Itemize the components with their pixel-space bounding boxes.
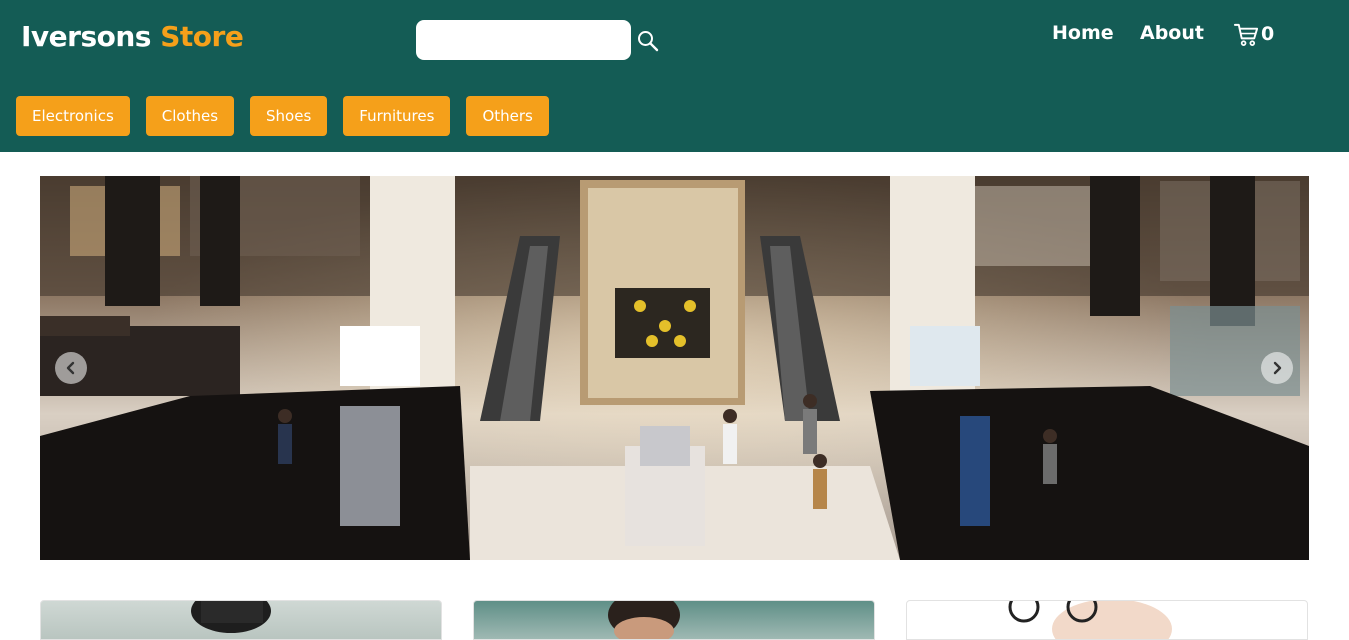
search-input[interactable] <box>416 20 631 60</box>
nav-about-link[interactable]: About <box>1140 22 1204 44</box>
brand-logo[interactable]: Iversons Store <box>21 20 244 53</box>
product-image <box>1008 601 1172 639</box>
category-electronics[interactable]: Electronics <box>16 96 130 136</box>
product-image <box>608 601 680 639</box>
carousel-next-button[interactable] <box>1261 352 1293 384</box>
product-card[interactable] <box>473 600 875 640</box>
product-card[interactable] <box>40 600 442 640</box>
category-furnitures[interactable]: Furnitures <box>343 96 451 136</box>
search-button[interactable] <box>636 29 660 53</box>
brand-name: Iversons <box>21 20 151 53</box>
chevron-right-icon <box>1273 361 1282 375</box>
brand-accent: Store <box>160 20 244 53</box>
header: Iversons Store Home About 0 Electronics … <box>0 0 1349 152</box>
chevron-left-icon <box>66 361 75 375</box>
hero-carousel[interactable] <box>40 176 1309 560</box>
carousel-prev-button[interactable] <box>55 352 87 384</box>
cart-count: 0 <box>1261 23 1275 45</box>
cart-icon <box>1233 23 1259 46</box>
category-bar: Electronics Clothes Shoes Furnitures Oth… <box>16 96 549 136</box>
category-clothes[interactable]: Clothes <box>145 96 235 136</box>
product-image <box>191 601 271 633</box>
search-icon <box>638 31 659 52</box>
cart-button[interactable]: 0 <box>1233 20 1274 48</box>
carousel-image <box>40 176 1309 560</box>
product-card[interactable] <box>906 600 1308 640</box>
nav-home-link[interactable]: Home <box>1052 22 1114 44</box>
category-others[interactable]: Others <box>466 96 549 136</box>
category-shoes[interactable]: Shoes <box>250 96 328 136</box>
